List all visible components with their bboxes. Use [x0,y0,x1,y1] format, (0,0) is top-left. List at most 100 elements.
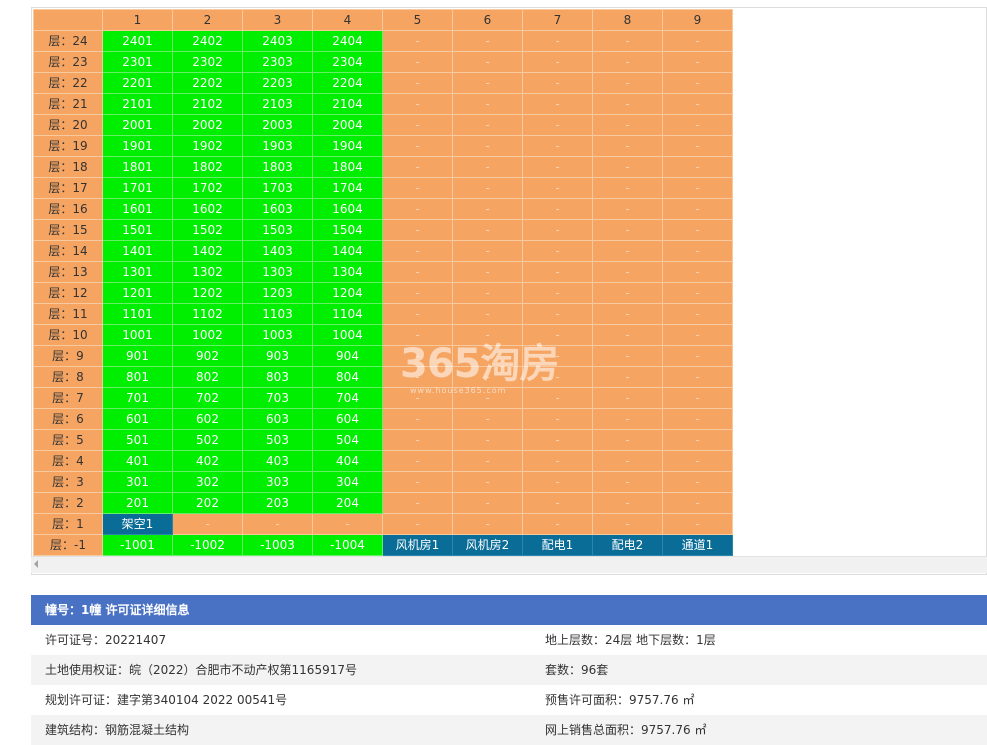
unit-cell[interactable]: 2301 [102,51,173,73]
unit-cell[interactable]: 2102 [172,93,243,115]
unit-cell[interactable]: 1304 [312,261,383,283]
unit-cell[interactable]: 1101 [102,303,173,325]
unit-cell[interactable]: 2002 [172,114,243,136]
horizontal-scrollbar[interactable] [31,556,987,573]
unit-cell[interactable]: 1704 [312,177,383,199]
unit-cell[interactable]: 603 [242,408,313,430]
unit-cell[interactable]: 2101 [102,93,173,115]
unit-cell[interactable]: 1202 [172,282,243,304]
unit-cell[interactable]: 901 [102,345,173,367]
special-unit-cell[interactable]: 风机房2 [452,534,523,556]
unit-cell[interactable]: 201 [102,492,173,514]
special-unit-cell[interactable]: 配电2 [592,534,663,556]
unit-cell[interactable]: 1702 [172,177,243,199]
unit-cell[interactable]: 2303 [242,51,313,73]
unit-cell[interactable]: 304 [312,471,383,493]
special-unit-cell[interactable]: 架空1 [102,513,173,535]
unit-cell[interactable]: 1901 [102,135,173,157]
unit-cell[interactable]: 404 [312,450,383,472]
unit-cell[interactable]: 1504 [312,219,383,241]
unit-cell[interactable]: 2204 [312,72,383,94]
unit-cell[interactable]: -1004 [312,534,383,556]
unit-cell[interactable]: 1803 [242,156,313,178]
unit-cell[interactable]: 1602 [172,198,243,220]
unit-cell[interactable]: 602 [172,408,243,430]
unit-cell[interactable]: 2103 [242,93,313,115]
unit-cell[interactable]: 2403 [242,30,313,52]
unit-cell[interactable]: -1002 [172,534,243,556]
unit-cell[interactable]: 601 [102,408,173,430]
unit-cell[interactable]: 701 [102,387,173,409]
unit-cell[interactable]: 1503 [242,219,313,241]
special-unit-cell[interactable]: 风机房1 [382,534,453,556]
unit-cell[interactable]: 1403 [242,240,313,262]
unit-cell[interactable]: 1904 [312,135,383,157]
unit-cell[interactable]: 803 [242,366,313,388]
unit-cell[interactable]: 1804 [312,156,383,178]
unit-cell[interactable]: 1204 [312,282,383,304]
unit-cell[interactable]: 1302 [172,261,243,283]
unit-cell[interactable]: 1103 [242,303,313,325]
unit-cell[interactable]: 1203 [242,282,313,304]
unit-cell[interactable]: 1404 [312,240,383,262]
unit-cell[interactable]: 1301 [102,261,173,283]
unit-cell[interactable]: 503 [242,429,313,451]
unit-cell[interactable]: 302 [172,471,243,493]
unit-cell[interactable]: 2003 [242,114,313,136]
unit-cell[interactable]: -1003 [242,534,313,556]
unit-cell[interactable]: 2401 [102,30,173,52]
unit-cell[interactable]: 203 [242,492,313,514]
unit-cell[interactable]: 1701 [102,177,173,199]
unit-cell[interactable]: 1401 [102,240,173,262]
unit-cell[interactable]: 704 [312,387,383,409]
special-unit-cell[interactable]: 通道1 [662,534,733,556]
unit-cell[interactable]: 2202 [172,72,243,94]
unit-cell[interactable]: 1501 [102,219,173,241]
unit-cell[interactable]: 403 [242,450,313,472]
unit-cell[interactable]: 502 [172,429,243,451]
unit-cell[interactable]: 903 [242,345,313,367]
unit-cell[interactable]: 604 [312,408,383,430]
unit-cell[interactable]: 1502 [172,219,243,241]
unit-cell[interactable]: 1004 [312,324,383,346]
unit-cell[interactable]: 2404 [312,30,383,52]
unit-cell[interactable]: 1303 [242,261,313,283]
unit-cell[interactable]: 1703 [242,177,313,199]
unit-cell[interactable]: 2004 [312,114,383,136]
unit-cell[interactable]: 1003 [242,324,313,346]
unit-cell[interactable]: 801 [102,366,173,388]
unit-cell[interactable]: 902 [172,345,243,367]
unit-cell[interactable]: 1201 [102,282,173,304]
unit-cell[interactable]: 204 [312,492,383,514]
unit-cell[interactable]: 1603 [242,198,313,220]
special-unit-cell[interactable]: 配电1 [522,534,593,556]
unit-cell[interactable]: 2304 [312,51,383,73]
unit-cell[interactable]: 2302 [172,51,243,73]
unit-cell[interactable]: 702 [172,387,243,409]
unit-cell[interactable]: 703 [242,387,313,409]
unit-cell[interactable]: 1801 [102,156,173,178]
unit-cell[interactable]: 2201 [102,72,173,94]
unit-cell[interactable]: 202 [172,492,243,514]
unit-cell[interactable]: 1903 [242,135,313,157]
unit-cell[interactable]: 401 [102,450,173,472]
unit-cell[interactable]: 2402 [172,30,243,52]
unit-cell[interactable]: 904 [312,345,383,367]
unit-cell[interactable]: 1402 [172,240,243,262]
unit-cell[interactable]: 301 [102,471,173,493]
unit-cell[interactable]: 1104 [312,303,383,325]
unit-cell[interactable]: -1001 [102,534,173,556]
unit-cell[interactable]: 402 [172,450,243,472]
unit-cell[interactable]: 1001 [102,324,173,346]
unit-cell[interactable]: 1604 [312,198,383,220]
unit-cell[interactable]: 1902 [172,135,243,157]
unit-cell[interactable]: 2001 [102,114,173,136]
unit-cell[interactable]: 501 [102,429,173,451]
unit-cell[interactable]: 802 [172,366,243,388]
unit-cell[interactable]: 804 [312,366,383,388]
unit-cell[interactable]: 1802 [172,156,243,178]
unit-cell[interactable]: 2203 [242,72,313,94]
unit-cell[interactable]: 1102 [172,303,243,325]
unit-cell[interactable]: 2104 [312,93,383,115]
unit-cell[interactable]: 1601 [102,198,173,220]
